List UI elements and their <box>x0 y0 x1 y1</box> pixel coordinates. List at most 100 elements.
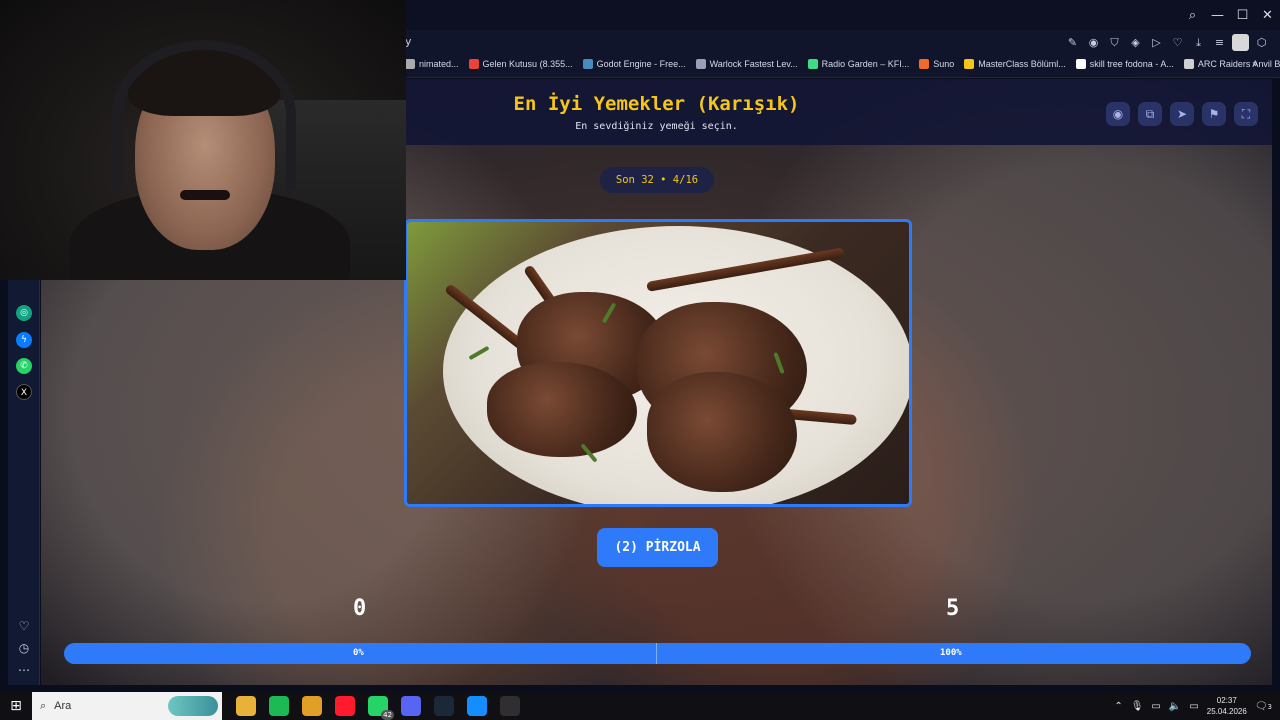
heart-icon[interactable]: ♡ <box>1169 34 1186 51</box>
flag-icon[interactable]: ⚑ <box>1202 102 1226 126</box>
doc-icon <box>1075 59 1086 69</box>
history-icon[interactable]: ◷ <box>16 640 32 656</box>
screen: ⌕ — ☐ ✕ y ✎ ◉ ⛉ ◈ ▷ ♡ ⤓ ≡ ⬡ nimated... Ge… <box>0 0 1280 720</box>
masterclass-icon <box>964 59 975 69</box>
system-tray: ⌃ 🎙 ▭ 🔈 ▭ 02:37 25.04.2026 🗨3 <box>1114 692 1272 720</box>
bookmarks-overflow[interactable]: » <box>1252 59 1258 70</box>
eye-icon[interactable]: ◉ <box>1106 102 1130 126</box>
notifications-icon[interactable]: 🗨3 <box>1255 701 1272 712</box>
edit-icon[interactable]: ✎ <box>1064 34 1081 51</box>
bookmark-label: nimated... <box>419 59 459 69</box>
godot-icon <box>582 59 593 69</box>
messenger-icon[interactable]: ϟ <box>16 332 32 348</box>
steam-icon[interactable] <box>434 696 454 716</box>
windows-taskbar: ⊞ ⌕ Ara 42 ⌃ 🎙 ▭ 🔈 ▭ 02:37 25.04.2026 🗨3 <box>0 692 1280 720</box>
app-badge: 42 <box>381 710 394 720</box>
discord-icon[interactable] <box>401 696 421 716</box>
windows-start-icon[interactable]: ⊞ <box>0 692 32 720</box>
bookmark-label: Warlock Fastest Lev... <box>709 59 798 69</box>
radio-garden-icon <box>807 59 818 69</box>
progress-left-label: 0% <box>353 648 364 658</box>
bookmark-item[interactable]: MasterClass Bölüml... <box>964 59 1066 69</box>
obs-icon[interactable] <box>500 696 520 716</box>
chrome-icon[interactable] <box>302 696 322 716</box>
vpn-icon[interactable]: ◈ <box>1127 34 1144 51</box>
food-image-card[interactable] <box>404 219 912 507</box>
maximize-icon[interactable]: ☐ <box>1230 8 1255 23</box>
bookmark-label: Gelen Kutusu (8.355... <box>482 59 573 69</box>
warlock-icon <box>695 59 706 69</box>
bookmark-label: Godot Engine - Free... <box>596 59 686 69</box>
whatsapp-icon[interactable]: 42 <box>368 696 394 720</box>
play-icon[interactable]: ▷ <box>1148 34 1165 51</box>
arc-raiders-icon <box>1183 59 1194 69</box>
search-placeholder: Ara <box>54 700 72 712</box>
opera-icon[interactable] <box>335 696 355 716</box>
bookmark-label: skill tree fodona - A... <box>1089 59 1174 69</box>
score-left: 0 <box>353 596 367 621</box>
round-indicator: Son 32 • 4/16 <box>600 167 714 193</box>
more-icon[interactable]: ⋯ <box>16 662 32 678</box>
download-icon[interactable]: ⤓ <box>1190 34 1207 51</box>
window-controls: ⌕ — ☐ ✕ <box>1180 0 1280 30</box>
toolbar-icons: ✎ ◉ ⛉ ◈ ▷ ♡ ⤓ ≡ ⬡ <box>1064 34 1270 51</box>
bookmark-item[interactable]: Gelen Kutusu (8.355... <box>468 59 573 69</box>
bookmark-label: ARC Raiders Anvil Bl... <box>1197 59 1280 69</box>
bookmark-list: nimated... Gelen Kutusu (8.355... Godot En… <box>405 59 1280 69</box>
extension-icon[interactable]: ⬡ <box>1253 34 1270 51</box>
copy-icon[interactable]: ⧉ <box>1138 102 1162 126</box>
bookmark-item[interactable]: Warlock Fastest Lev... <box>695 59 798 69</box>
suno-icon <box>919 59 930 69</box>
menu-icon[interactable]: ≡ <box>1211 34 1228 51</box>
notification-count: 3 <box>1267 702 1272 711</box>
bookmark-label: Suno <box>933 59 955 69</box>
file-explorer-icon[interactable] <box>236 696 256 716</box>
header-buttons: ◉ ⧉ ➤ ⚑ ⛶ <box>1106 102 1258 126</box>
volume-icon[interactable]: 🔈 <box>1169 701 1181 712</box>
streamer-mustache <box>180 190 230 200</box>
progress-right-label: 100% <box>940 648 962 658</box>
headphones <box>112 40 296 190</box>
bookmark-item[interactable]: skill tree fodona - A... <box>1075 59 1174 69</box>
bookmark-label: MasterClass Bölüml... <box>978 59 1066 69</box>
taskbar-search[interactable]: ⌕ Ara <box>32 692 222 720</box>
clock[interactable]: 02:37 25.04.2026 <box>1207 695 1247 717</box>
bookmark-item[interactable]: nimated... <box>405 59 459 69</box>
progress-divider <box>656 643 657 664</box>
bookmark-label: Radio Garden – KFI... <box>821 59 910 69</box>
camera-icon[interactable]: ◉ <box>1085 34 1102 51</box>
minimize-icon[interactable]: — <box>1205 8 1230 23</box>
search-icon[interactable]: ⌕ <box>1180 8 1205 23</box>
progress-fill <box>64 643 1251 664</box>
clock-date: 25.04.2026 <box>1206 707 1247 716</box>
bookmark-item[interactable]: Godot Engine - Free... <box>582 59 686 69</box>
fullscreen-icon[interactable]: ⛶ <box>1234 102 1258 126</box>
chevron-up-icon[interactable]: ⌃ <box>1114 701 1122 712</box>
search-icon: ⌕ <box>40 699 47 712</box>
battlenet-icon[interactable] <box>467 696 487 716</box>
network-icon[interactable]: ▭ <box>1151 701 1160 712</box>
taskbar-apps: 42 <box>236 696 520 720</box>
battery-icon[interactable]: ▭ <box>1189 701 1198 712</box>
score-right: 5 <box>946 596 960 621</box>
lamb-chop <box>647 372 797 492</box>
webcam-overlay <box>0 0 406 280</box>
option-name-button[interactable]: (2) PİRZOLA <box>597 528 718 567</box>
browser-sidebar: ◎ ϟ ✆ X ♡ ◷ ⋯ <box>8 280 40 685</box>
bookmark-item[interactable]: Radio Garden – KFI... <box>807 59 910 69</box>
spotify-icon[interactable] <box>269 696 289 716</box>
whatsapp-icon[interactable]: ✆ <box>16 358 32 374</box>
microphone-icon[interactable]: 🎙 <box>1131 701 1144 712</box>
profile-avatar[interactable] <box>1232 34 1249 51</box>
bookmark-item[interactable]: ARC Raiders Anvil Bl... <box>1183 59 1280 69</box>
close-icon[interactable]: ✕ <box>1255 8 1280 23</box>
clock-time: 02:37 <box>1216 696 1237 705</box>
shield-icon[interactable]: ⛉ <box>1106 34 1123 51</box>
chatgpt-icon[interactable]: ◎ <box>16 305 32 321</box>
send-icon[interactable]: ➤ <box>1170 102 1194 126</box>
gmail-icon <box>468 59 479 69</box>
heart-icon[interactable]: ♡ <box>16 618 32 634</box>
x-twitter-icon[interactable]: X <box>16 384 32 400</box>
bookmark-item[interactable]: Suno <box>919 59 954 69</box>
search-highlight-art <box>168 696 218 716</box>
